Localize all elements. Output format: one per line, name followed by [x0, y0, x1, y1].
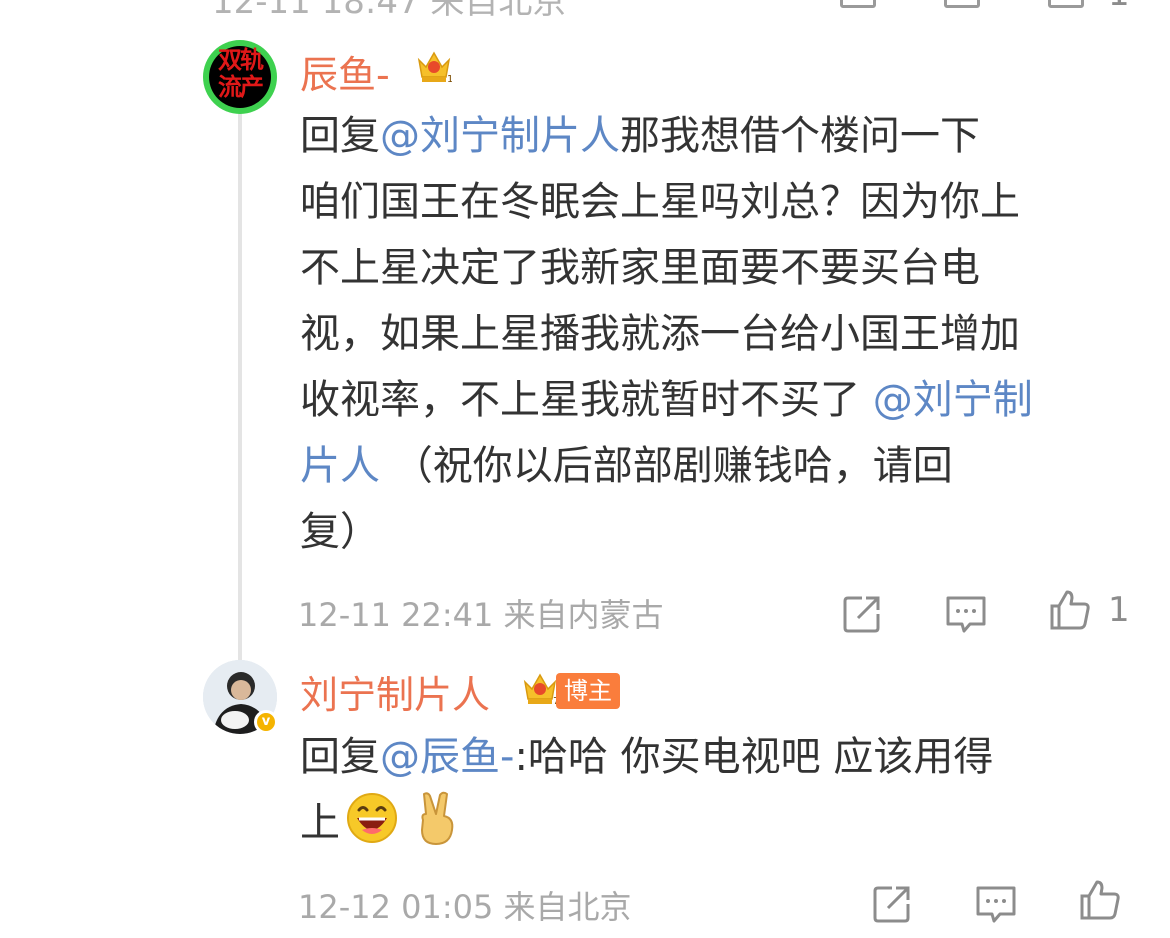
previous-like-count: 1: [1108, 0, 1130, 14]
laughing-face-icon: [347, 793, 397, 843]
comment-line: 收视率，不上星我就暂时不买了: [300, 377, 873, 423]
mention-link[interactable]: @刘宁制: [873, 377, 1033, 423]
comment-line: 那我想借个楼问一下: [620, 113, 980, 159]
comment-line: 咱们国王在冬眠会上星吗刘总？因为你上: [300, 179, 1020, 225]
share-icon[interactable]: [840, 592, 884, 636]
comment-body: 回复@辰鱼-:哈哈 你买电视吧 应该用得 上: [300, 724, 1140, 856]
comment-line: （祝你以后部部剧赚钱哈，请回: [380, 443, 953, 489]
mention-link[interactable]: @辰鱼-: [380, 734, 514, 780]
timestamp: 12-12 01:05: [298, 888, 494, 926]
avatar-logo-text: 双轨流产: [218, 45, 264, 101]
mention-link[interactable]: @刘宁制片人: [380, 113, 620, 159]
comment-icon[interactable]: [974, 882, 1018, 926]
thumbs-up-icon[interactable]: [1078, 878, 1122, 922]
avatar[interactable]: 双轨流产: [203, 40, 277, 114]
comment-line: 上: [300, 800, 340, 846]
like-count: 1: [1108, 590, 1130, 630]
thumbs-up-icon[interactable]: [1048, 588, 1092, 632]
previous-timestamp: 12-11 18:47 来自北京: [212, 0, 567, 22]
comment-meta: 12-11 22:41 来自内蒙古: [298, 590, 664, 636]
crown-icon: 7: [523, 673, 558, 706]
comment-body: 回复@刘宁制片人那我想借个楼问一下 咱们国王在冬眠会上星吗刘总？因为你上 不上星…: [300, 103, 1140, 565]
location-source: 来自内蒙古: [503, 596, 664, 634]
comment-username[interactable]: 刘宁制片人: [300, 664, 490, 719]
crown-icon: 1: [417, 51, 452, 84]
comment-line: 视，如果上星播我就添一台给小国王增加: [300, 311, 1020, 357]
comment-line: 复）: [300, 509, 380, 555]
thread-connector-line: [238, 112, 242, 667]
previous-comment-meta: 12-11 18:47 来自北京 1: [0, 0, 1170, 22]
comment-meta: 12-12 01:05 来自北京: [298, 882, 632, 928]
victory-hand-icon: [421, 791, 454, 845]
share-icon[interactable]: [840, 0, 876, 8]
timestamp: 12-11 22:41: [298, 596, 494, 634]
comment-line: 不上星决定了我新家里面要不要买台电: [300, 245, 980, 291]
mention-link-continued[interactable]: 片人: [300, 443, 380, 489]
thumbs-up-icon[interactable]: [1048, 0, 1084, 8]
location-source: 来自北京: [503, 888, 632, 926]
reply-prefix: 回复: [300, 113, 380, 159]
reply-prefix: 回复: [300, 734, 380, 780]
host-badge: 博主: [556, 673, 620, 709]
comment-thread-page: 12-11 18:47 来自北京 1 双轨流产 辰鱼- 1 回复@刘宁制片人那我…: [0, 0, 1170, 938]
svg-text:1: 1: [447, 74, 452, 84]
comment-username[interactable]: 辰鱼-: [300, 44, 390, 99]
comment-icon[interactable]: [944, 0, 980, 8]
comment-icon[interactable]: [944, 592, 988, 636]
verified-badge-icon: v: [254, 710, 278, 734]
comment-line: :哈哈 你买电视吧 应该用得: [514, 734, 994, 780]
share-icon[interactable]: [870, 882, 914, 926]
